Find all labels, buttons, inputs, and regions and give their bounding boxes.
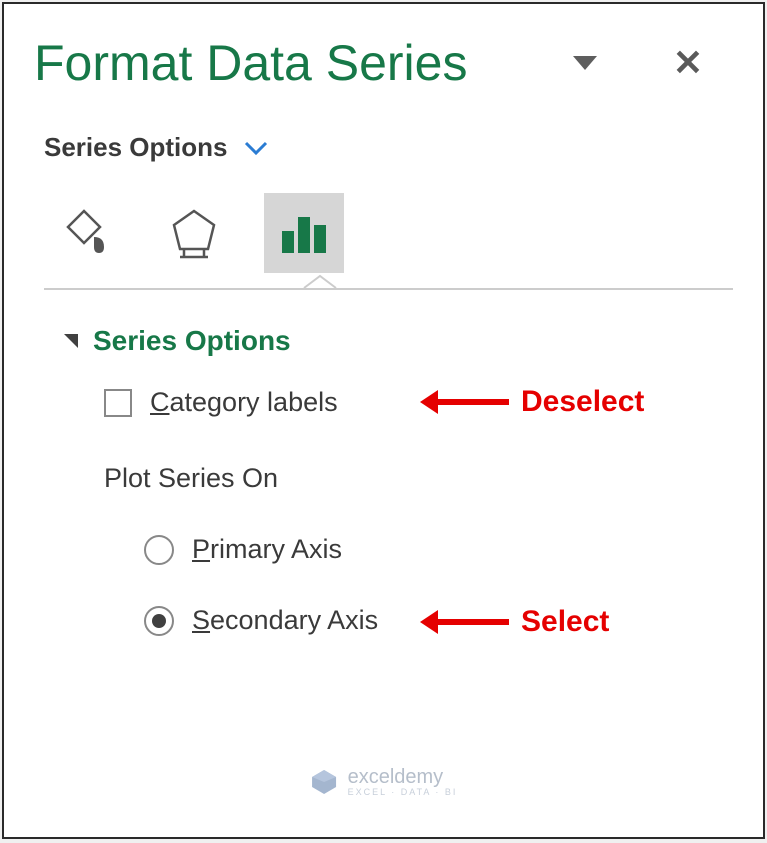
- arrow-left-icon: [434, 399, 509, 405]
- tab-series-options[interactable]: [264, 193, 344, 273]
- arrow-left-icon: [434, 619, 509, 625]
- panel-dropdown-icon[interactable]: [573, 56, 597, 70]
- primary-axis-row: Primary Axis: [64, 534, 743, 565]
- watermark-text-block: exceldemy EXCEL · DATA · BI: [348, 766, 458, 797]
- tabs-row: [34, 193, 743, 273]
- annotation-select: Select: [434, 605, 609, 639]
- panel-header: Format Data Series ✕: [34, 34, 743, 92]
- section-header[interactable]: Series Options: [64, 325, 743, 357]
- watermark: exceldemy EXCEL · DATA · BI: [310, 766, 458, 797]
- annotation-deselect-text: Deselect: [521, 385, 644, 419]
- plot-series-on-label: Plot Series On: [64, 463, 743, 494]
- series-selector[interactable]: Series Options: [34, 132, 743, 163]
- tab-fill[interactable]: [44, 193, 124, 273]
- series-selector-label: Series Options: [44, 132, 228, 163]
- category-labels-label: Category labels: [150, 387, 338, 418]
- series-options-section: Series Options Category labels Deselect …: [34, 325, 743, 636]
- tab-active-pointer-icon: [302, 274, 338, 290]
- primary-axis-radio[interactable]: [144, 535, 174, 565]
- category-labels-row: Category labels Deselect: [64, 387, 743, 418]
- collapse-triangle-icon: [64, 334, 78, 348]
- primary-axis-label: Primary Axis: [192, 534, 342, 565]
- watermark-logo-icon: [310, 768, 338, 796]
- secondary-axis-label: Secondary Axis: [192, 605, 378, 636]
- format-data-series-panel: Format Data Series ✕ Series Options: [4, 4, 763, 636]
- paint-bucket-icon: [56, 205, 112, 261]
- tab-divider: [44, 288, 733, 290]
- secondary-axis-radio[interactable]: [144, 606, 174, 636]
- annotation-deselect: Deselect: [434, 385, 644, 419]
- panel-title: Format Data Series: [34, 34, 467, 92]
- category-labels-checkbox[interactable]: [104, 389, 132, 417]
- chevron-down-icon: [243, 140, 269, 156]
- secondary-axis-row: Secondary Axis Select: [64, 605, 743, 636]
- bar-chart-icon: [278, 211, 330, 255]
- close-button[interactable]: ✕: [663, 42, 713, 84]
- tab-effects[interactable]: [154, 193, 234, 273]
- annotation-select-text: Select: [521, 605, 609, 639]
- pentagon-icon: [170, 207, 218, 259]
- watermark-name: exceldemy: [348, 766, 444, 788]
- watermark-subtitle: EXCEL · DATA · BI: [348, 787, 458, 797]
- section-title: Series Options: [93, 325, 291, 357]
